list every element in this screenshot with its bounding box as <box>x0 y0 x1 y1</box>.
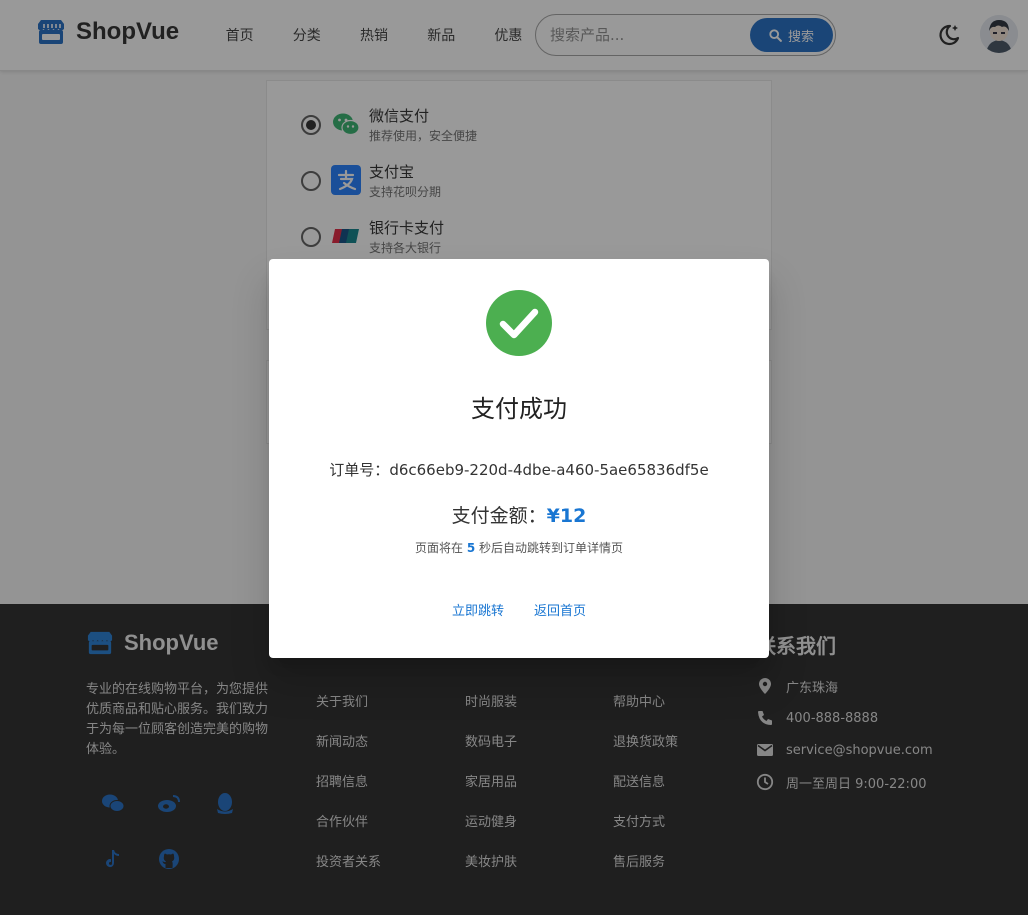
redirect-suffix: 秒后自动跳转到订单详情页 <box>479 541 624 555</box>
back-home-button[interactable]: 返回首页 <box>532 596 588 623</box>
redirect-countdown: 5 <box>466 541 476 555</box>
payment-amount-label: 支付金额： <box>451 505 547 527</box>
redirect-now-button[interactable]: 立即跳转 <box>450 596 506 623</box>
order-number-label: 订单号： <box>329 461 390 479</box>
order-number-value: d6c66eb9-220d-4dbe-a460-5ae65836df5e <box>389 461 709 479</box>
redirect-notice: 页面将在 5 秒后自动跳转到订单详情页 <box>269 539 769 556</box>
dialog-actions: 立即跳转 返回首页 <box>269 596 769 623</box>
dialog-title: 支付成功 <box>471 395 567 423</box>
payment-amount: 支付金额：¥12 <box>269 501 769 528</box>
payment-success-dialog: 支付成功 订单号：d6c66eb9-220d-4dbe-a460-5ae6583… <box>269 259 769 658</box>
check-circle-icon <box>486 290 552 356</box>
order-number: 订单号：d6c66eb9-220d-4dbe-a460-5ae65836df5e <box>269 459 769 480</box>
payment-amount-value: ¥12 <box>546 505 587 527</box>
redirect-prefix: 页面将在 <box>414 541 463 555</box>
